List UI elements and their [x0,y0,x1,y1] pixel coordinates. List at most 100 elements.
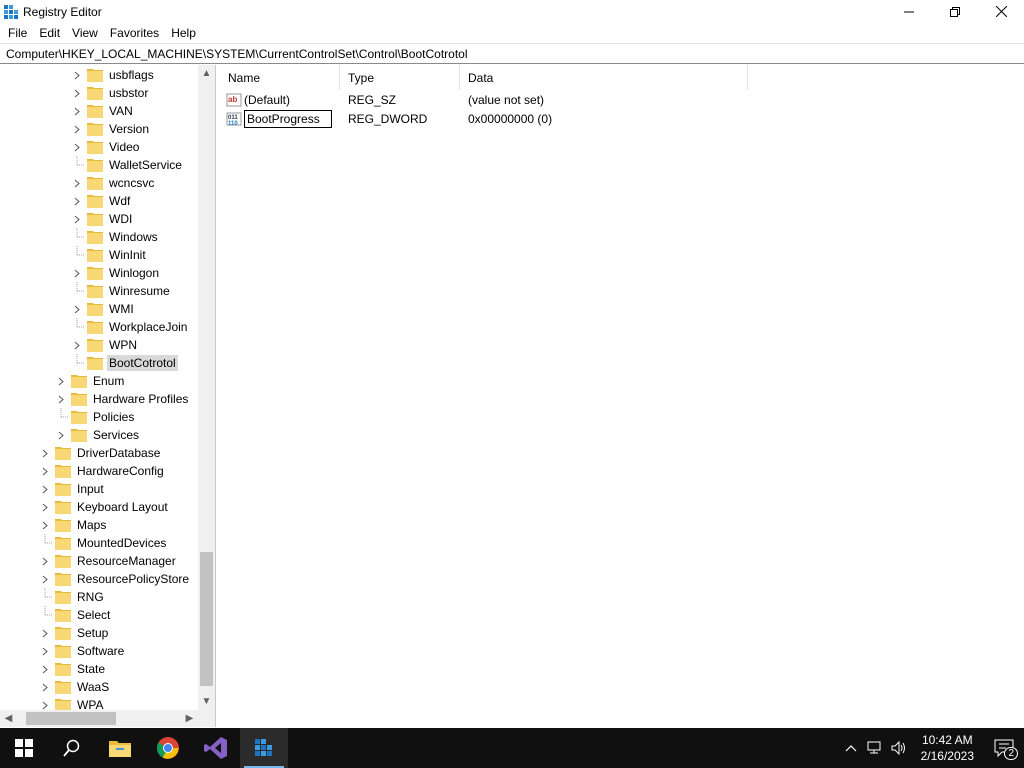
chevron-right-icon[interactable] [53,426,69,444]
chevron-right-icon[interactable] [37,516,53,534]
chevron-right-icon[interactable] [37,570,53,588]
chevron-right-icon[interactable] [53,390,69,408]
close-button[interactable] [978,0,1024,23]
scroll-left-icon[interactable]: ◀ [0,710,17,727]
chevron-right-icon[interactable] [37,696,53,710]
tree-item[interactable]: WPN [69,336,139,354]
tree-item[interactable]: DriverDatabase [37,444,162,462]
chevron-right-icon[interactable] [53,372,69,390]
restore-button[interactable] [932,0,978,23]
value-row[interactable]: ab (Default) REG_SZ (value not set) [220,90,660,109]
chevron-right-icon[interactable] [69,210,85,228]
chevron-right-icon[interactable] [37,552,53,570]
tree-vertical-scrollbar[interactable]: ▲ ▼ [198,65,215,710]
menu-help[interactable]: Help [165,26,202,40]
chevron-right-icon[interactable] [69,66,85,84]
search-button[interactable] [48,728,96,768]
network-button[interactable] [863,728,887,768]
tree-item[interactable]: Policies [53,408,136,426]
registry-editor-taskbar-button[interactable] [240,728,288,768]
chevron-right-icon[interactable] [37,444,53,462]
column-type[interactable]: Type [340,65,460,90]
chevron-right-icon[interactable] [37,642,53,660]
values-pane: Name Type Data ab (Default) REG_SZ (valu… [220,65,1024,727]
folder-icon [55,698,71,710]
tree-item[interactable]: Keyboard Layout [37,498,170,516]
chrome-button[interactable] [144,728,192,768]
tree-item[interactable]: Video [69,138,141,156]
column-data[interactable]: Data [460,65,748,90]
chevron-right-icon[interactable] [69,120,85,138]
column-name[interactable]: Name [220,65,340,90]
tree-item[interactable]: Enum [53,372,126,390]
tree-item[interactable]: ResourcePolicyStore [37,570,191,588]
tree-item[interactable]: Winlogon [69,264,161,282]
chevron-right-icon[interactable] [69,102,85,120]
chevron-right-icon[interactable] [69,138,85,156]
tree-item[interactable]: HardwareConfig [37,462,166,480]
tree-item[interactable]: BootCotrotol [69,354,178,372]
tree-item[interactable]: WPA [37,696,105,710]
tree-item[interactable]: Hardware Profiles [53,390,190,408]
menu-view[interactable]: View [66,26,104,40]
menu-edit[interactable]: Edit [33,26,66,40]
tree-item[interactable]: WMI [69,300,136,318]
scroll-up-icon[interactable]: ▲ [198,65,215,82]
chevron-right-icon[interactable] [69,84,85,102]
action-center-button[interactable]: 2 [984,728,1024,768]
tree-item[interactable]: Maps [37,516,108,534]
chevron-right-icon[interactable] [69,192,85,210]
chevron-right-icon[interactable] [37,462,53,480]
tree-item[interactable]: ResourceManager [37,552,178,570]
menu-file[interactable]: File [2,26,33,40]
chevron-right-icon[interactable] [69,264,85,282]
chevron-right-icon[interactable] [37,480,53,498]
visual-studio-button[interactable] [192,728,240,768]
address-bar[interactable]: Computer\HKEY_LOCAL_MACHINE\SYSTEM\Curre… [0,43,1024,64]
tree-horizontal-scrollbar[interactable]: ◀ ▶ [0,710,198,727]
tree-item[interactable]: RNG [37,588,106,606]
tree-item[interactable]: Select [37,606,112,624]
file-explorer-button[interactable] [96,728,144,768]
scroll-thumb-horizontal[interactable] [26,712,116,725]
scroll-thumb[interactable] [200,552,213,686]
tree-item[interactable]: VAN [69,102,135,120]
clock[interactable]: 10:42 AM 2/16/2023 [911,732,984,764]
chevron-right-icon[interactable] [37,678,53,696]
value-row[interactable]: 011 110 REG_DWORD 0x00000000 (0) [220,109,660,128]
chevron-right-icon[interactable] [37,660,53,678]
tree-item[interactable]: Windows [69,228,160,246]
tree-item[interactable]: WDI [69,210,134,228]
chevron-right-icon[interactable] [69,300,85,318]
tree-item[interactable]: State [37,660,107,678]
tree-item[interactable]: usbstor [69,84,150,102]
show-hidden-icons-button[interactable] [839,728,863,768]
chevron-right-icon[interactable] [69,336,85,354]
tree-item[interactable]: WalletService [69,156,184,174]
start-button[interactable] [0,728,48,768]
chevron-right-icon[interactable] [37,498,53,516]
scroll-right-icon[interactable]: ▶ [181,710,198,727]
folder-icon [55,590,71,604]
tree-item[interactable]: Winresume [69,282,172,300]
tree-item[interactable]: Services [53,426,141,444]
tree-item[interactable]: Wdf [69,192,132,210]
tree-item[interactable]: Software [37,642,126,660]
tree-item[interactable]: Version [69,120,151,138]
rename-value-input[interactable] [244,109,332,128]
scroll-down-icon[interactable]: ▼ [198,693,215,710]
tree-item[interactable]: usbflags [69,66,156,84]
tree-item[interactable]: Setup [37,624,110,642]
tree-item[interactable]: MountedDevices [37,534,168,552]
tree-item[interactable]: WorkplaceJoin [69,318,189,336]
volume-button[interactable] [887,728,911,768]
chevron-right-icon[interactable] [69,174,85,192]
tree-item[interactable]: WinInit [69,246,148,264]
tree-item[interactable]: WaaS [37,678,111,696]
menu-favorites[interactable]: Favorites [104,26,165,40]
tree-item[interactable]: wcncsvc [69,174,156,192]
tree-item[interactable]: Input [37,480,106,498]
minimize-button[interactable] [886,0,932,23]
tree-item-label: usbstor [109,86,149,100]
chevron-right-icon[interactable] [37,624,53,642]
